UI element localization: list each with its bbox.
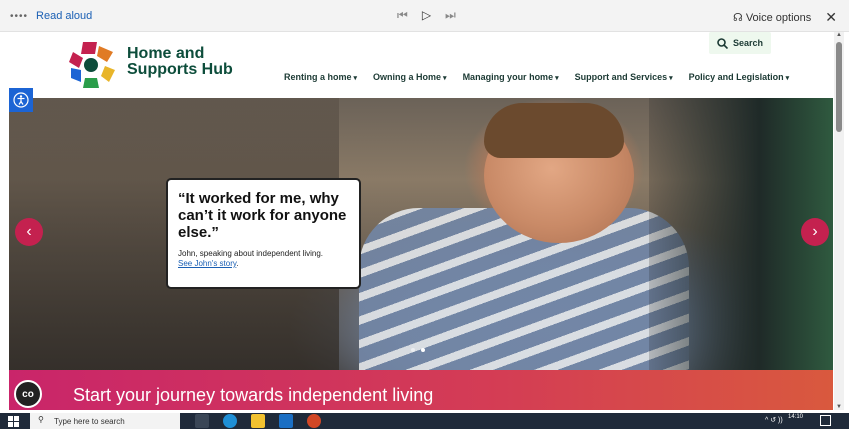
voice-icon: ☊ [732, 12, 743, 24]
notification-icon[interactable] [820, 415, 831, 426]
carousel-dot[interactable] [411, 348, 415, 352]
story-link[interactable]: See John's story [178, 259, 236, 268]
hero-hair [484, 103, 624, 158]
nav-managing[interactable]: Managing your home ▾ [463, 72, 559, 82]
system-tray[interactable]: ^ ↺ )) [765, 416, 783, 424]
main-nav: Renting a home ▾ Owning a Home ▾ Managing … [284, 72, 789, 82]
edge-icon[interactable] [223, 414, 237, 428]
nav-label: Support and Services [574, 72, 668, 82]
website: Home and Supports Hub Search Renting a h… [9, 32, 833, 410]
next-icon[interactable]: ⏭ [445, 8, 456, 23]
banner-text: Start your journey towards independent l… [73, 385, 434, 405]
powerpoint-icon[interactable] [307, 414, 321, 428]
taskbar-search-placeholder: Type here to search [54, 417, 125, 426]
voice-options-button[interactable]: ☊ Voice options [733, 11, 811, 24]
carousel-dots [411, 348, 425, 352]
accessibility-button[interactable] [9, 88, 33, 112]
taskbar-apps [195, 414, 321, 428]
scroll-thumb[interactable] [836, 42, 842, 132]
more-dots-icon[interactable]: •••• [10, 11, 28, 22]
read-aloud-group: •••• Read aloud [10, 10, 92, 22]
search-button[interactable]: Search [709, 32, 771, 54]
chat-icon[interactable]: co [14, 380, 42, 408]
close-icon[interactable]: ✕ [825, 9, 837, 26]
quote-text: “It worked for me, why can’t it work for… [178, 190, 347, 241]
read-aloud-label[interactable]: Read aloud [36, 10, 92, 22]
chevron-down-icon: ▾ [669, 75, 673, 82]
hero-carousel: “It worked for me, why can’t it work for… [9, 98, 833, 370]
page-scrollbar[interactable]: ▲ ▼ [834, 32, 844, 410]
taskbar-search-box[interactable]: ⚲ Type here to search [30, 413, 180, 429]
logo-line-1: Home and [127, 45, 205, 62]
taskbar-clock[interactable]: 14:10 [788, 414, 803, 420]
logo-icon[interactable] [67, 40, 117, 88]
nav-policy[interactable]: Policy and Legislation ▾ [689, 72, 790, 82]
search-icon: ⚲ [38, 415, 44, 424]
quote-subtext: John, speaking about independent living.… [178, 249, 349, 269]
logo-line-2: Supports Hub [127, 61, 233, 78]
quote-card: “It worked for me, why can’t it work for… [166, 178, 361, 289]
nav-renting[interactable]: Renting a home ▾ [284, 72, 357, 82]
play-icon[interactable]: ▷ [422, 8, 431, 23]
carousel-dot-active[interactable] [421, 348, 425, 352]
file-explorer-icon[interactable] [251, 414, 265, 428]
nav-label: Policy and Legislation [688, 72, 784, 82]
quote-attribution: John, speaking about independent living. [178, 249, 323, 258]
outlook-icon[interactable] [279, 414, 293, 428]
search-icon [717, 37, 728, 49]
link-suffix: . [236, 259, 239, 268]
nav-owning[interactable]: Owning a Home ▾ [373, 72, 447, 82]
task-view-icon[interactable] [195, 414, 209, 428]
nav-label: Renting a home [284, 72, 352, 82]
carousel-prev-button[interactable]: ‹ [15, 218, 43, 246]
journey-banner: Start your journey towards independent l… [9, 370, 833, 410]
accessibility-icon [13, 92, 29, 108]
windows-start-icon[interactable] [8, 416, 19, 427]
chevron-down-icon: ▾ [785, 75, 790, 82]
chevron-down-icon: ▾ [555, 75, 559, 82]
read-aloud-controls: ⏮ ▷ ⏭ [397, 8, 456, 23]
site-header: Home and Supports Hub Search Renting a h… [9, 32, 833, 98]
nav-label: Managing your home [462, 72, 554, 82]
voice-options-label: Voice options [745, 12, 812, 24]
site-logo-text[interactable]: Home and Supports Hub [127, 46, 233, 78]
chevron-down-icon: ▾ [353, 75, 358, 82]
previous-icon[interactable]: ⏮ [397, 8, 408, 23]
carousel-next-button[interactable]: › [801, 218, 829, 246]
read-aloud-toolbar: •••• Read aloud ⏮ ▷ ⏭ ☊ Voice options ✕ [0, 0, 849, 32]
chevron-down-icon: ▾ [443, 75, 447, 82]
scroll-up-icon[interactable]: ▲ [836, 32, 842, 38]
read-aloud-right: ☊ Voice options ✕ [733, 9, 837, 26]
search-label: Search [732, 38, 764, 48]
nav-support[interactable]: Support and Services ▾ [575, 72, 673, 82]
scroll-down-icon[interactable]: ▼ [836, 404, 842, 410]
windows-taskbar: ⚲ Type here to search ^ ↺ )) 14:10 [0, 413, 849, 429]
nav-label: Owning a Home [373, 72, 442, 82]
